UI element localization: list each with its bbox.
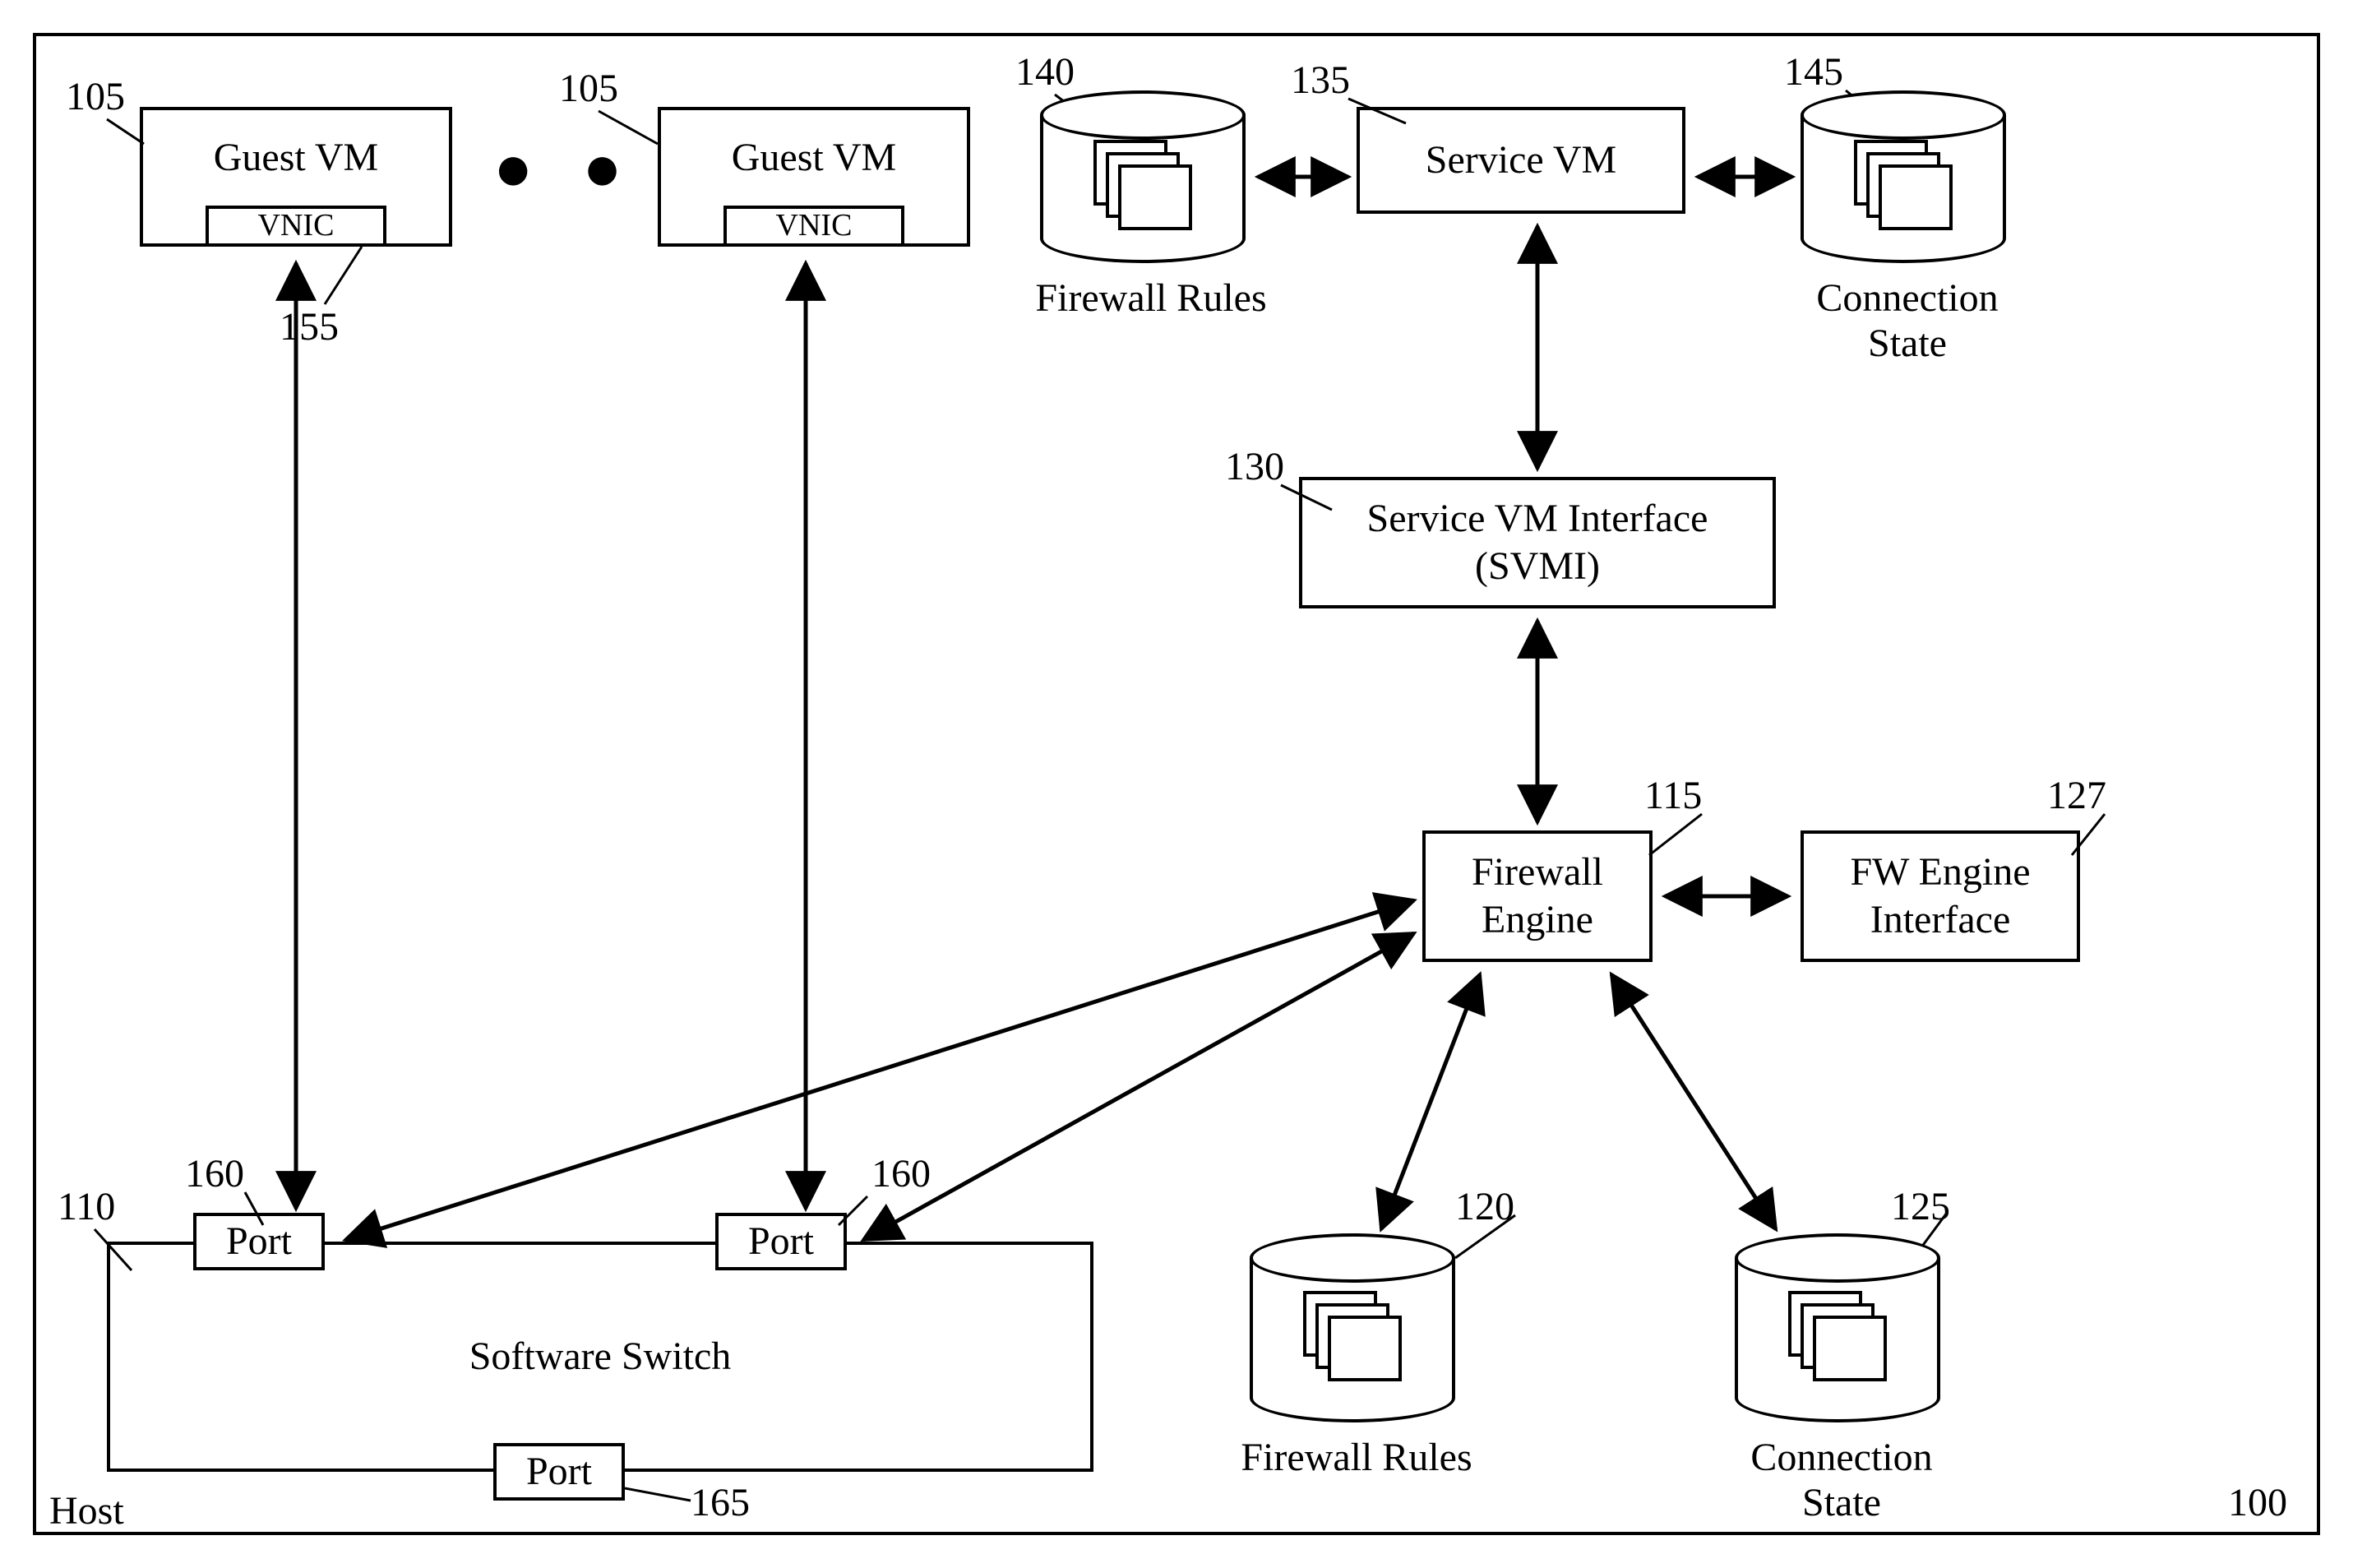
firewall-rules-top-label: Firewall Rules (1028, 275, 1274, 321)
guest-vm-1-label: Guest VM (214, 110, 378, 206)
guest-vm-2-ref: 105 (559, 66, 618, 111)
host-label: Host (49, 1488, 124, 1533)
firewall-rules-bottom-label: Firewall Rules (1233, 1435, 1480, 1480)
firewall-rules-bottom-ref: 120 (1455, 1184, 1514, 1229)
svmi-ref: 130 (1225, 444, 1284, 489)
guest-vm-2: Guest VM VNIC (658, 107, 970, 247)
firewall-rules-bottom-cylinder (1250, 1233, 1455, 1422)
docs-icon (1788, 1291, 1887, 1381)
port-2-ref: 160 (871, 1151, 931, 1196)
firewall-engine-ref: 115 (1644, 773, 1702, 818)
guest-vm-2-label: Guest VM (732, 110, 896, 206)
guest-vm-1: Guest VM VNIC (140, 107, 452, 247)
fw-engine-interface-box: FW Engine Interface (1801, 830, 2080, 962)
connection-state-bottom-label: Connection State (1718, 1435, 1965, 1525)
host-ref: 100 (2228, 1480, 2287, 1525)
connection-state-top-label: Connection State (1784, 275, 2031, 366)
port-1: Port (193, 1213, 325, 1270)
fw-engine-interface-ref: 127 (2047, 773, 2106, 818)
docs-icon (1093, 140, 1192, 230)
vnic-2: VNIC (723, 206, 904, 247)
vnic-1: VNIC (206, 206, 386, 247)
firewall-rules-top-cylinder (1040, 90, 1246, 263)
connection-state-bottom-cylinder (1735, 1233, 1940, 1422)
firewall-rules-top-ref: 140 (1015, 49, 1075, 95)
firewall-engine-box: Firewall Engine (1422, 830, 1653, 962)
port-2: Port (715, 1213, 847, 1270)
software-switch-box: Software Switch (107, 1242, 1093, 1472)
docs-icon (1854, 140, 1953, 230)
port-bottom-ref: 165 (691, 1480, 750, 1525)
service-vm: Service VM (1357, 107, 1685, 214)
vnic-1-ref: 155 (280, 304, 339, 349)
connection-state-bottom-ref: 125 (1891, 1184, 1950, 1229)
connection-state-top-ref: 145 (1784, 49, 1843, 95)
guest-vm-1-ref: 105 (66, 74, 125, 119)
software-switch-ref: 110 (58, 1184, 115, 1229)
diagram-canvas: Host 100 Guest VM VNIC 105 155 ● ● ● Gue… (0, 0, 2353, 1568)
service-vm-ref: 135 (1291, 58, 1350, 103)
port-bottom: Port (493, 1443, 625, 1501)
docs-icon (1303, 1291, 1402, 1381)
svmi-box: Service VM Interface (SVMI) (1299, 477, 1776, 608)
connection-state-top-cylinder (1801, 90, 2006, 263)
port-1-ref: 160 (185, 1151, 244, 1196)
